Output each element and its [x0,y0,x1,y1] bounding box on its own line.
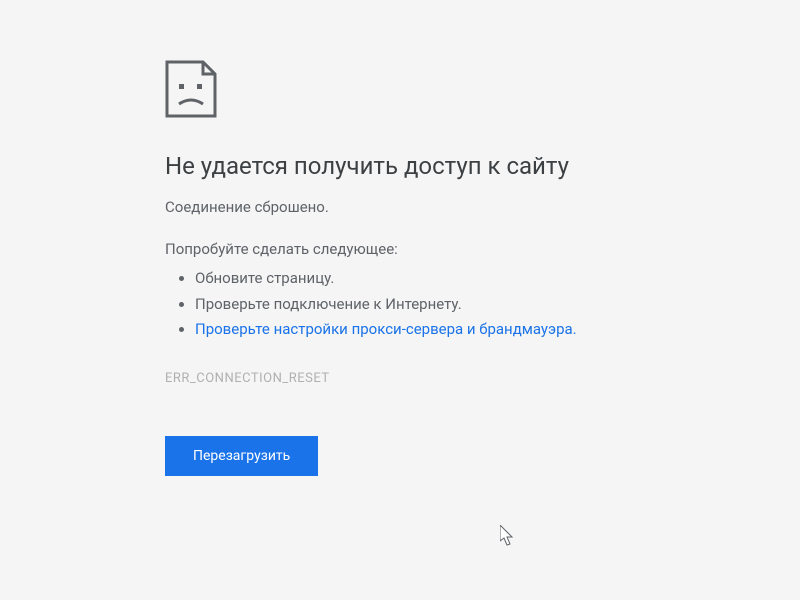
cursor-icon [500,525,516,551]
reload-button[interactable]: Перезагрузить [165,436,318,476]
suggestion-item: Проверьте настройки прокси-сервера и бра… [195,317,800,343]
error-code: ERR_CONNECTION_RESET [165,371,800,386]
suggestions-label: Попробуйте сделать следующее: [165,240,800,258]
sad-page-icon [165,60,800,122]
proxy-settings-link[interactable]: Проверьте настройки прокси-сервера и бра… [195,320,577,338]
error-title: Не удается получить доступ к сайту [165,152,800,180]
error-subtitle: Соединение сброшено. [165,198,800,216]
suggestion-item: Проверьте подключение к Интернету. [195,292,800,318]
suggestions-list: Обновите страницу. Проверьте подключение… [165,266,800,343]
suggestion-item: Обновите страницу. [195,266,800,292]
